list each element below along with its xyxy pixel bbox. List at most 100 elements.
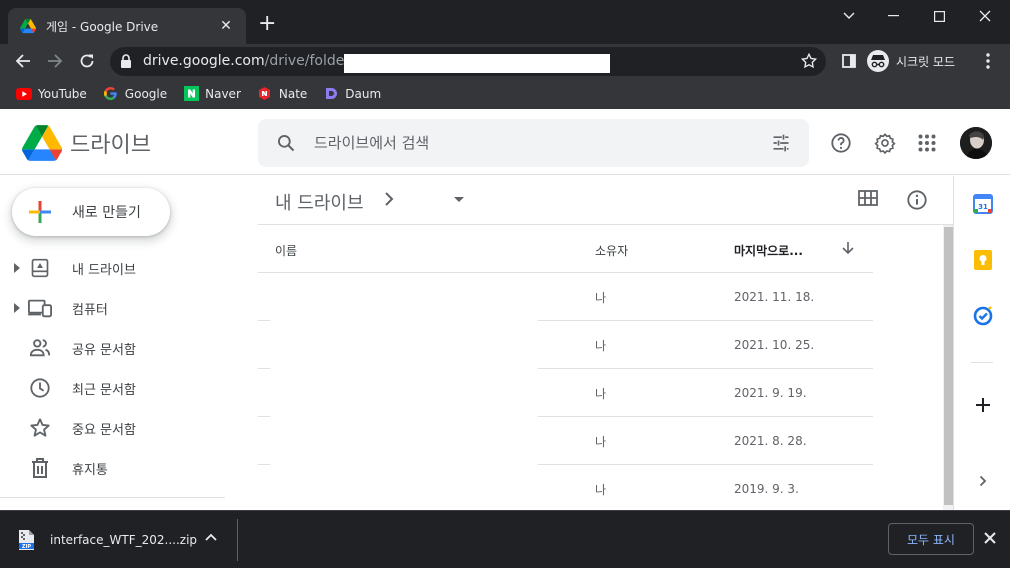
sidebar-item-computers[interactable]: 컴퓨터: [0, 288, 240, 328]
file-row[interactable]: 나 2021. 10. 25.: [258, 321, 873, 369]
back-icon[interactable]: [12, 50, 34, 72]
new-button-label: 새로 만들기: [72, 205, 141, 221]
file-modified-date: 2021. 8. 28.: [734, 434, 807, 448]
sort-arrow-down-icon[interactable]: [841, 241, 855, 255]
sidebar-item-trash[interactable]: 휴지통: [0, 448, 240, 488]
trash-icon: [28, 456, 52, 480]
maximize-icon[interactable]: [916, 0, 962, 32]
browser-tab[interactable]: 게임 - Google Drive ✕: [8, 8, 246, 44]
google-icon: [103, 86, 119, 102]
incognito-indicator[interactable]: 시크릿 모드: [866, 48, 970, 74]
bookmark-star-icon[interactable]: [800, 52, 818, 70]
drive-header: 드라이브: [0, 111, 1010, 175]
help-icon[interactable]: [829, 131, 853, 155]
app-name: 드라이브: [70, 133, 151, 158]
shared-with-me-icon: [28, 336, 52, 360]
file-owner: 나: [595, 435, 607, 449]
file-owner: 나: [595, 339, 607, 353]
file-modified-date: 2021. 10. 25.: [734, 338, 815, 352]
rail-divider: [971, 362, 993, 363]
daum-icon: [323, 86, 339, 102]
settings-gear-icon[interactable]: [873, 131, 897, 155]
bookmark-naver[interactable]: Naver: [183, 86, 241, 102]
file-row[interactable]: 나 2021. 9. 19.: [258, 369, 873, 417]
bookmarks-bar: YouTube Google Naver Nate Daum: [0, 78, 1010, 109]
sidebar-item-my-drive[interactable]: 내 드라이브: [0, 248, 240, 288]
my-drive-icon: [28, 256, 52, 280]
zip-label: ZIP: [22, 544, 31, 550]
nate-icon: [257, 86, 273, 102]
breadcrumb-root[interactable]: 내 드라이브: [275, 189, 364, 215]
show-all-downloads-button[interactable]: 모두 표시: [888, 523, 974, 555]
expand-panel-chevron-icon[interactable]: [972, 470, 994, 492]
file-list-panel: 내 드라이브 이름 소유자 마지막으로... 나 2021. 11. 18. 나…: [258, 176, 954, 510]
file-modified-date: 2021. 11. 18.: [734, 290, 815, 304]
search-icon[interactable]: [276, 133, 296, 153]
bookmark-youtube[interactable]: YouTube: [16, 86, 87, 102]
file-table-header: 이름 소유자 마지막으로...: [258, 225, 873, 273]
google-drive-logo-icon[interactable]: [22, 125, 62, 161]
search-options-icon[interactable]: [771, 133, 791, 153]
sidebar-item-recent[interactable]: 최근 문서함: [0, 368, 240, 408]
google-tasks-icon[interactable]: [972, 305, 994, 327]
account-avatar[interactable]: [960, 127, 992, 159]
bookmark-daum[interactable]: Daum: [323, 86, 381, 102]
browser-titlebar: 게임 - Google Drive ✕ +: [0, 0, 1010, 44]
bookmark-label: YouTube: [38, 86, 87, 101]
search-bar: [258, 119, 809, 167]
tab-title: 게임 - Google Drive: [46, 19, 159, 34]
new-button[interactable]: 새로 만들기: [12, 188, 170, 236]
side-panel-icon[interactable]: [838, 50, 860, 72]
download-bar: ZIP interface_WTF_202....zip 모두 표시: [0, 510, 1010, 568]
file-row[interactable]: 나 2021. 11. 18.: [258, 273, 873, 321]
zip-file-icon: ZIP: [14, 528, 38, 552]
search-input[interactable]: [314, 131, 734, 155]
url-text: drive.google.com/drive/folders/: [143, 53, 362, 69]
file-row[interactable]: 나 2021. 8. 28.: [258, 417, 873, 465]
info-icon[interactable]: [906, 189, 928, 211]
file-row[interactable]: 나 2019. 9. 3.: [258, 465, 873, 513]
download-item[interactable]: ZIP interface_WTF_202....zip: [14, 523, 197, 557]
sidebar-item-starred[interactable]: 중요 문서함: [0, 408, 240, 448]
breadcrumb-chevron-icon: [385, 192, 394, 206]
apps-grid-icon[interactable]: [915, 131, 939, 155]
naver-icon: [183, 86, 199, 102]
google-keep-icon[interactable]: [972, 249, 994, 271]
bookmark-nate[interactable]: Nate: [257, 86, 307, 102]
sidebar-divider: [0, 497, 225, 498]
folder-dropdown-icon[interactable]: [454, 197, 464, 203]
sidebar-item-label: 중요 문서함: [72, 422, 136, 438]
scrollbar-thumb[interactable]: [944, 227, 953, 505]
google-calendar-icon[interactable]: 31: [972, 193, 994, 215]
close-window-icon[interactable]: [962, 0, 1008, 32]
expand-caret-icon[interactable]: [13, 303, 21, 313]
grid-view-icon[interactable]: [858, 190, 878, 206]
column-name[interactable]: 이름: [275, 242, 297, 259]
forward-icon[interactable]: [44, 50, 66, 72]
browser-menu-icon[interactable]: [977, 50, 999, 72]
plus-icon: [29, 201, 51, 223]
tab-search-icon[interactable]: [826, 0, 872, 32]
download-separator: [237, 519, 238, 561]
add-addon-icon[interactable]: [972, 394, 994, 416]
bookmark-google[interactable]: Google: [103, 86, 167, 102]
column-last-modified[interactable]: 마지막으로...: [734, 242, 803, 259]
sidebar-item-label: 내 드라이브: [72, 262, 136, 278]
bookmark-label: Naver: [205, 86, 241, 101]
tab-close-icon[interactable]: ✕: [218, 18, 234, 34]
close-download-bar-icon[interactable]: [983, 531, 997, 545]
file-owner: 나: [595, 483, 607, 497]
reload-icon[interactable]: [76, 50, 98, 72]
redacted-url-segment: [344, 54, 610, 73]
address-bar[interactable]: drive.google.com/drive/folders/: [110, 47, 826, 76]
download-file-name: interface_WTF_202....zip: [50, 533, 198, 547]
minimize-icon[interactable]: [870, 0, 916, 32]
sidebar: 새로 만들기 내 드라이브 컴퓨터 공유 문서함 최근 문서함 중요 문서함 휴…: [0, 176, 256, 510]
download-menu-chevron-icon[interactable]: [205, 533, 217, 541]
new-tab-icon[interactable]: +: [258, 13, 276, 35]
sidebar-item-shared[interactable]: 공유 문서함: [0, 328, 240, 368]
computers-icon: [28, 296, 52, 320]
expand-caret-icon[interactable]: [13, 263, 21, 273]
sidebar-item-label: 컴퓨터: [72, 302, 108, 318]
column-owner[interactable]: 소유자: [595, 242, 628, 259]
